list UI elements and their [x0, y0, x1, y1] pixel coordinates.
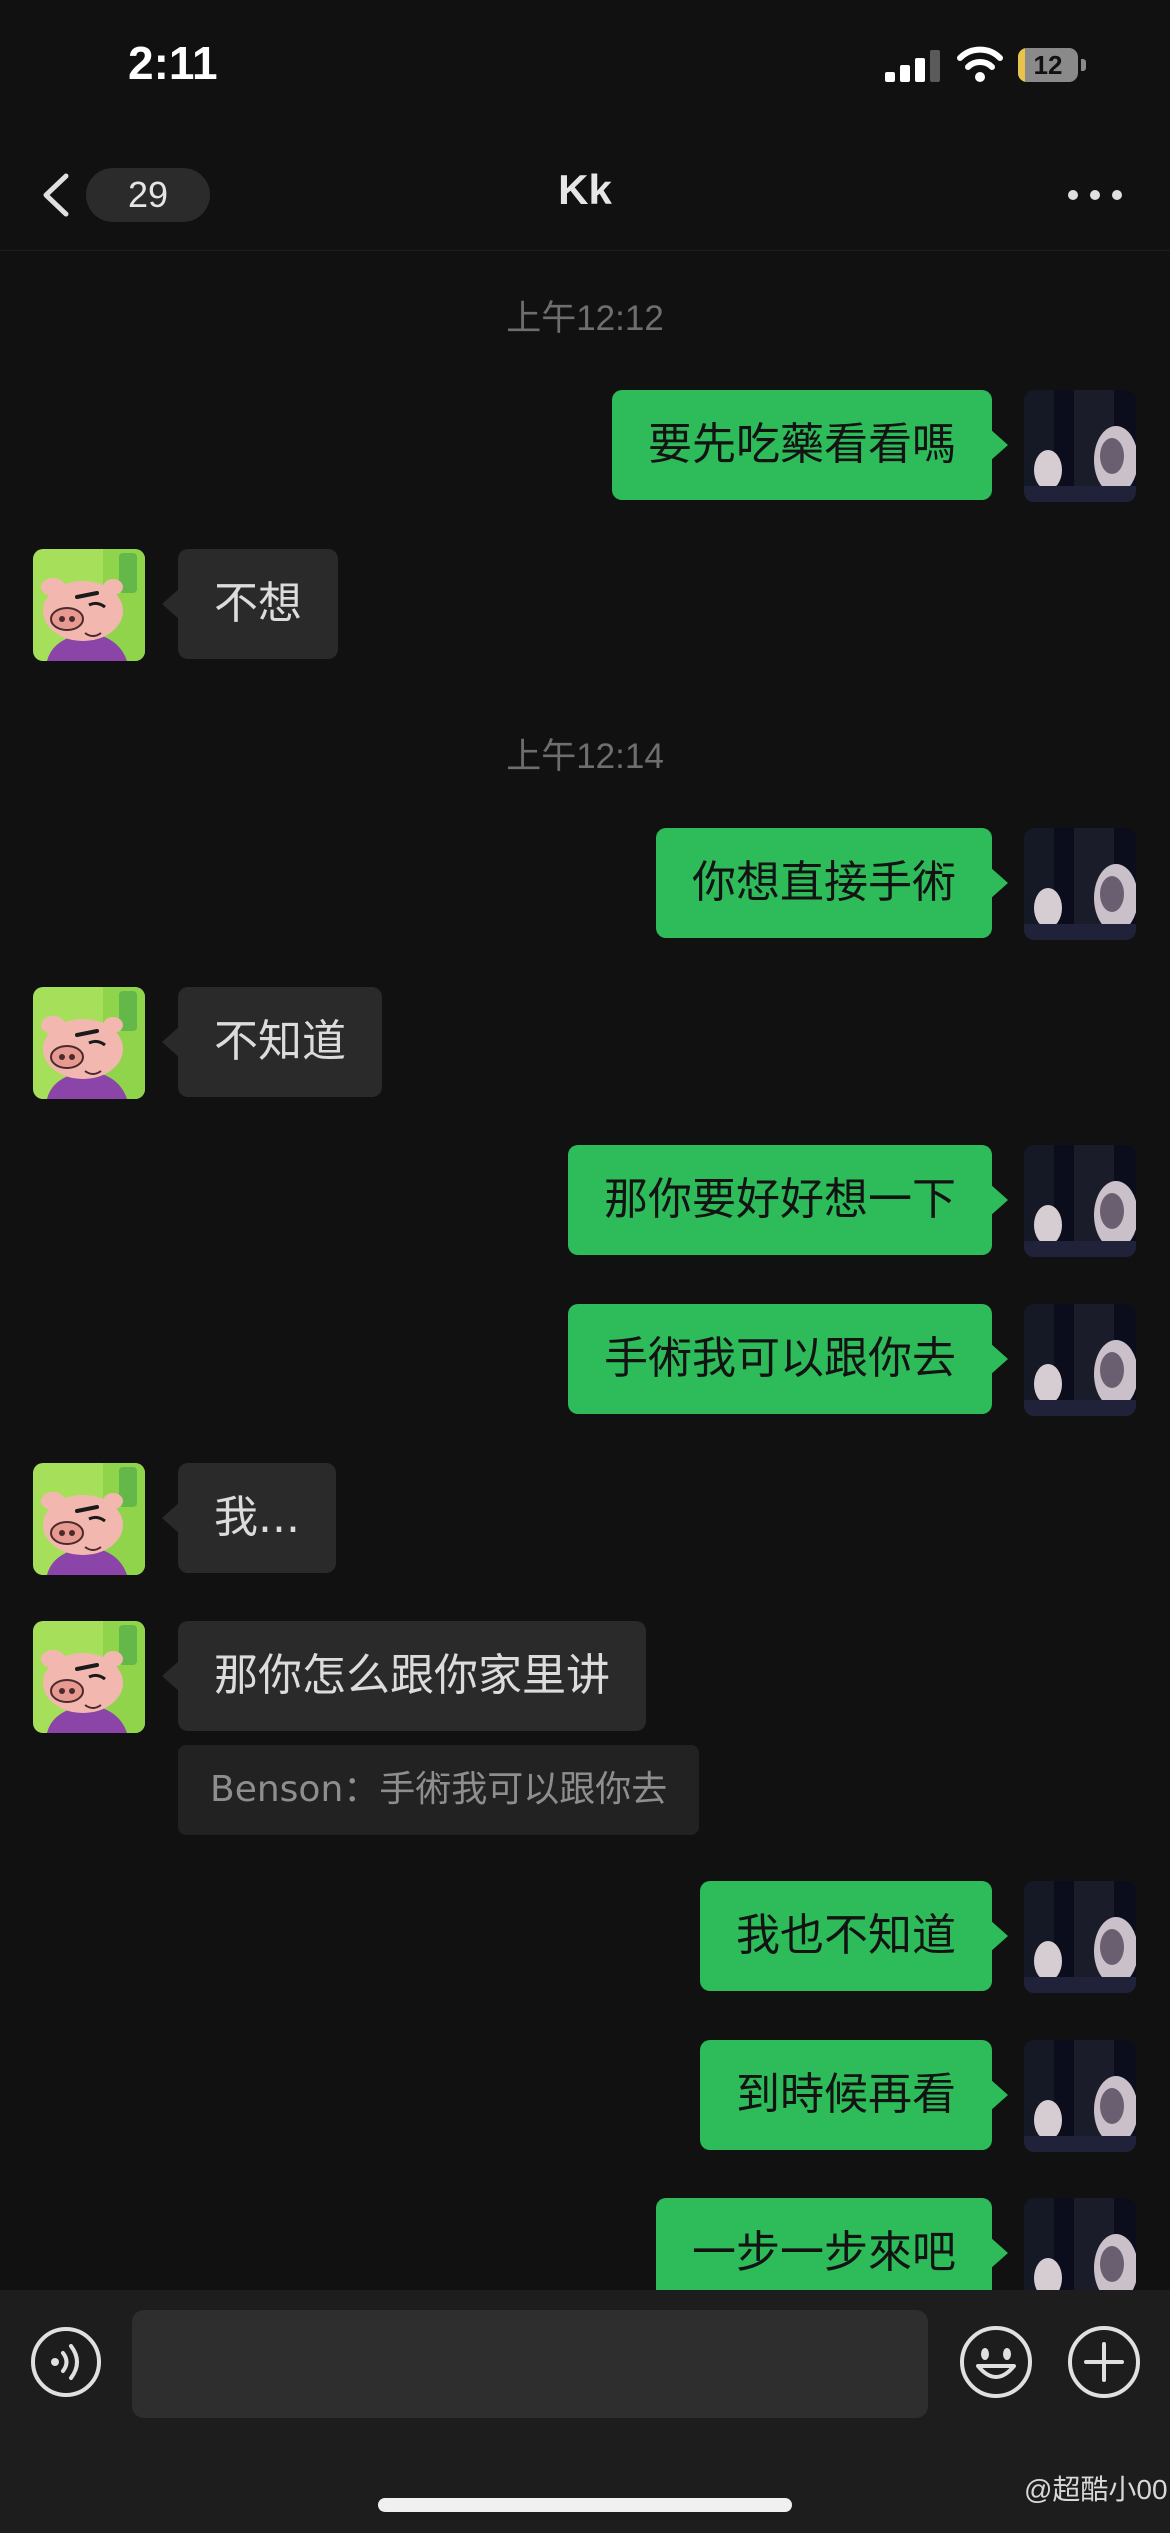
watermark: @超酷小00: [1024, 2474, 1168, 2505]
back-chevron-icon: [43, 173, 69, 217]
unread-count-badge: 29: [86, 168, 210, 222]
message-bubble-outgoing[interactable]: 你想直接手術: [656, 828, 1008, 938]
message-bubble-outgoing[interactable]: 要先吃藥看看嗎: [612, 390, 1008, 500]
status-bar: 2:11 12: [0, 0, 1170, 140]
message-bubble-outgoing[interactable]: 我也不知道: [700, 1881, 1008, 1991]
battery-indicator: 12: [1018, 48, 1088, 84]
wifi-icon: [957, 46, 1003, 82]
user-avatar[interactable]: [1024, 828, 1136, 940]
back-button[interactable]: 29: [36, 162, 210, 228]
message-bubble-incoming[interactable]: 不知道: [162, 987, 382, 1097]
message-bubble-incoming[interactable]: 不想: [162, 549, 338, 659]
message-bubble-outgoing[interactable]: 那你要好好想一下: [568, 1145, 1008, 1255]
battery-percent: 12: [1033, 50, 1063, 80]
user-avatar[interactable]: [1024, 2040, 1136, 2152]
emoji-icon[interactable]: [958, 2324, 1034, 2400]
message-bubble-outgoing[interactable]: 手術我可以跟你去: [568, 1304, 1008, 1414]
message-bubble-outgoing[interactable]: 到時候再看: [700, 2040, 1008, 2150]
plus-icon[interactable]: [1066, 2324, 1142, 2400]
home-indicator[interactable]: [378, 2498, 792, 2512]
more-icon[interactable]: [1060, 170, 1130, 220]
contact-avatar[interactable]: [33, 1621, 145, 1733]
chat-title: Kk: [558, 166, 612, 213]
user-avatar[interactable]: [1024, 1145, 1136, 1257]
message-input[interactable]: [132, 2310, 928, 2418]
input-bar: @超酷小00: [0, 2290, 1170, 2533]
user-avatar[interactable]: [1024, 1881, 1136, 1993]
contact-avatar[interactable]: [33, 987, 145, 1099]
user-avatar[interactable]: [1024, 1304, 1136, 1416]
user-avatar[interactable]: [1024, 390, 1136, 502]
contact-avatar[interactable]: [33, 1463, 145, 1575]
quoted-message[interactable]: Benson：手術我可以跟你去: [178, 1745, 700, 1835]
timestamp: 上午12:12: [506, 299, 664, 338]
voice-icon[interactable]: [30, 2326, 102, 2398]
message-bubble-incoming[interactable]: 我...: [162, 1463, 336, 1573]
message-bubble-incoming[interactable]: 那你怎么跟你家里讲: [162, 1621, 646, 1731]
timestamp: 上午12:14: [506, 737, 664, 776]
signal-icon: [885, 50, 940, 82]
contact-avatar[interactable]: [33, 549, 145, 661]
status-time: 2:11: [128, 37, 218, 89]
chat-header: 29 Kk: [0, 140, 1170, 251]
